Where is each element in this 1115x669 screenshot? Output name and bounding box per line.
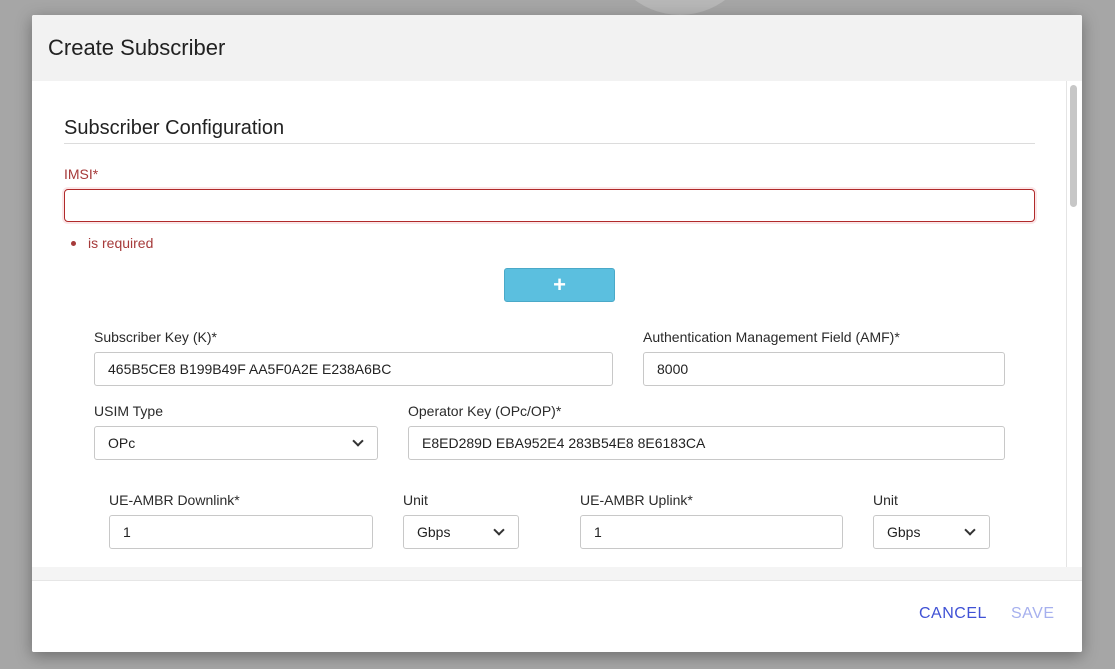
uplink-unit-label: Unit <box>873 492 898 508</box>
downlink-unit-label: Unit <box>403 492 428 508</box>
add-imsi-button[interactable]: + <box>504 268 615 302</box>
chevron-down-icon <box>493 524 505 536</box>
error-bullet-icon <box>71 241 76 246</box>
operator-key-label: Operator Key (OPc/OP)* <box>408 403 562 419</box>
amf-label: Authentication Management Field (AMF)* <box>643 329 900 345</box>
amf-input[interactable] <box>643 352 1005 386</box>
subscriber-key-input[interactable] <box>94 352 613 386</box>
imsi-error: is required <box>71 235 154 251</box>
imsi-input[interactable] <box>64 189 1035 222</box>
usim-type-select[interactable]: OPc <box>94 426 378 460</box>
scrollbar[interactable] <box>1069 83 1079 565</box>
create-subscriber-dialog: Create Subscriber Subscriber Configurati… <box>32 15 1082 652</box>
ue-ambr-uplink-label: UE-AMBR Uplink* <box>580 492 693 508</box>
ue-ambr-downlink-label: UE-AMBR Downlink* <box>109 492 240 508</box>
usim-type-value: OPc <box>108 435 136 451</box>
background-shape <box>605 0 755 15</box>
dialog-header: Create Subscriber <box>32 15 1082 81</box>
ue-ambr-uplink-input[interactable] <box>580 515 843 549</box>
cancel-button[interactable]: CANCEL <box>919 605 987 623</box>
dialog-title: Create Subscriber <box>48 35 226 60</box>
operator-key-input[interactable] <box>408 426 1005 460</box>
uplink-unit-select[interactable]: Gbps <box>873 515 990 549</box>
section-divider <box>64 143 1035 144</box>
section-title: Subscriber Configuration <box>64 117 285 139</box>
dialog-body: Subscriber Configuration IMSI* is requir… <box>32 81 1082 567</box>
dialog-footer: CANCEL SAVE <box>32 567 1082 652</box>
footer-divider <box>32 567 1082 581</box>
subscriber-key-label: Subscriber Key (K)* <box>94 329 217 345</box>
usim-type-label: USIM Type <box>94 403 163 419</box>
imsi-error-text: is required <box>88 235 154 251</box>
dialog-body-content: Subscriber Configuration IMSI* is requir… <box>32 81 1067 567</box>
save-button[interactable]: SAVE <box>1011 605 1055 623</box>
chevron-down-icon <box>352 435 364 447</box>
uplink-unit-value: Gbps <box>887 524 921 540</box>
ue-ambr-downlink-input[interactable] <box>109 515 373 549</box>
scrollbar-thumb[interactable] <box>1070 85 1077 207</box>
downlink-unit-value: Gbps <box>417 524 451 540</box>
imsi-label: IMSI* <box>64 166 99 182</box>
downlink-unit-select[interactable]: Gbps <box>403 515 519 549</box>
chevron-down-icon <box>964 524 976 536</box>
